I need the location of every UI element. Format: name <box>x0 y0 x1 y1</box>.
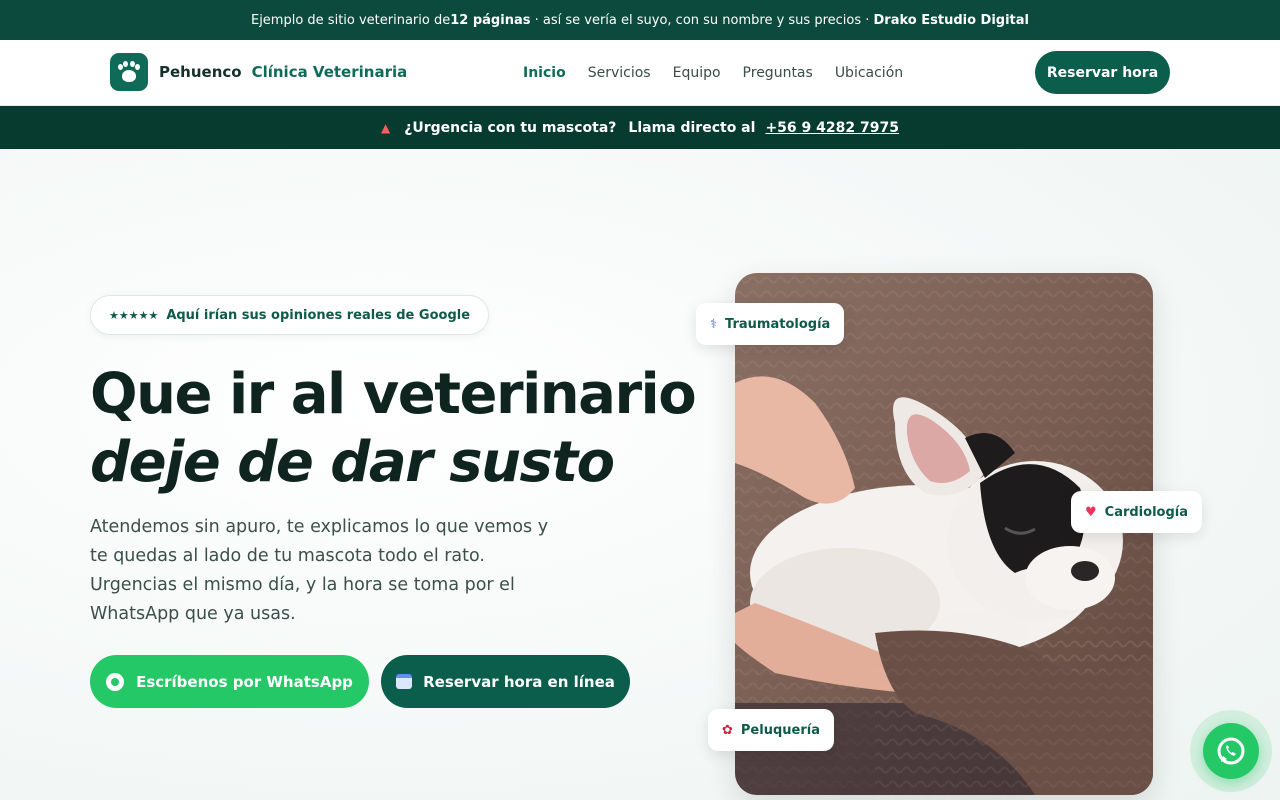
site-header: Pehuenco Clínica Veterinaria Inicio Serv… <box>0 40 1280 106</box>
stethoscope-icon: ⚕ <box>710 316 718 332</box>
nav-equipo[interactable]: Equipo <box>673 65 721 81</box>
hero-lead: Atendemos sin apuro, te explicamos lo qu… <box>90 517 549 624</box>
whatsapp-icon <box>106 672 125 691</box>
nav-ubicacion[interactable]: Ubicación <box>835 65 903 81</box>
nav-inicio[interactable]: Inicio <box>523 65 566 81</box>
brand-name: Pehuenco <box>159 63 242 81</box>
chip-traumatologia-label: Traumatología <box>725 316 831 332</box>
promo-pages: 12 páginas <box>450 12 531 28</box>
urgent-bar: ▲ ¿Urgencia con tu mascota? Llama direct… <box>0 106 1280 149</box>
urgent-question: ¿Urgencia con tu mascota? <box>404 119 617 136</box>
promo-prefix: Ejemplo de sitio veterinario de <box>250 12 451 28</box>
rating-text: Aquí irían sus opiniones reales de Googl… <box>166 307 471 323</box>
nav-preguntas[interactable]: Preguntas <box>743 65 813 81</box>
reserve-button[interactable]: Reservar hora <box>1035 51 1170 94</box>
logo[interactable]: Pehuenco Clínica Veterinaria <box>110 53 407 91</box>
promo-studio-link[interactable]: Drako Estudio Digital <box>874 13 1030 28</box>
stars-icon: ★★★★★ <box>109 308 159 322</box>
book-online-label: Reservar hora en línea <box>423 672 615 691</box>
whatsapp-icon <box>1203 723 1259 779</box>
urgent-call-label: Llama directo al <box>628 119 756 136</box>
chip-cardiologia-label: Cardiología <box>1104 504 1188 520</box>
whatsapp-button-label: Escríbenos por WhatsApp <box>136 672 353 691</box>
calendar-icon <box>396 674 413 689</box>
main-nav: Inicio Servicios Equipo Preguntas Ubicac… <box>523 65 903 81</box>
chip-peluqueria-label: Peluquería <box>740 722 820 738</box>
ribbon-icon: ✿ <box>722 722 733 738</box>
chip-traumatologia: ⚕ Traumatología <box>696 303 845 345</box>
urgent-phone-link[interactable]: +56 9 4282 7975 <box>765 120 899 136</box>
hero-title-line2: deje de dar susto <box>90 430 615 495</box>
heart-icon: ♥ <box>1085 504 1097 520</box>
book-online-button[interactable]: Reservar hora en línea <box>381 655 630 708</box>
whatsapp-button[interactable]: Escríbenos por WhatsApp <box>90 655 369 708</box>
rating-badge: ★★★★★ Aquí irían sus opiniones reales de… <box>90 295 490 335</box>
chip-cardiologia: ♥ Cardiología <box>1071 491 1202 533</box>
chip-peluqueria: ✿ Peluquería <box>708 709 834 751</box>
paw-icon <box>110 53 148 91</box>
promo-bar: Ejemplo de sitio veterinario de 12 págin… <box>0 0 1280 40</box>
nav-servicios[interactable]: Servicios <box>588 65 651 81</box>
promo-middle: · así se vería el suyo, con su nombre y … <box>530 12 874 28</box>
siren-icon: ▲ <box>381 120 391 135</box>
floating-whatsapp-button[interactable] <box>1190 710 1272 792</box>
brand-subtitle: Clínica Veterinaria <box>251 63 408 81</box>
hero-title-line1: Que ir al veterinario <box>90 362 697 427</box>
